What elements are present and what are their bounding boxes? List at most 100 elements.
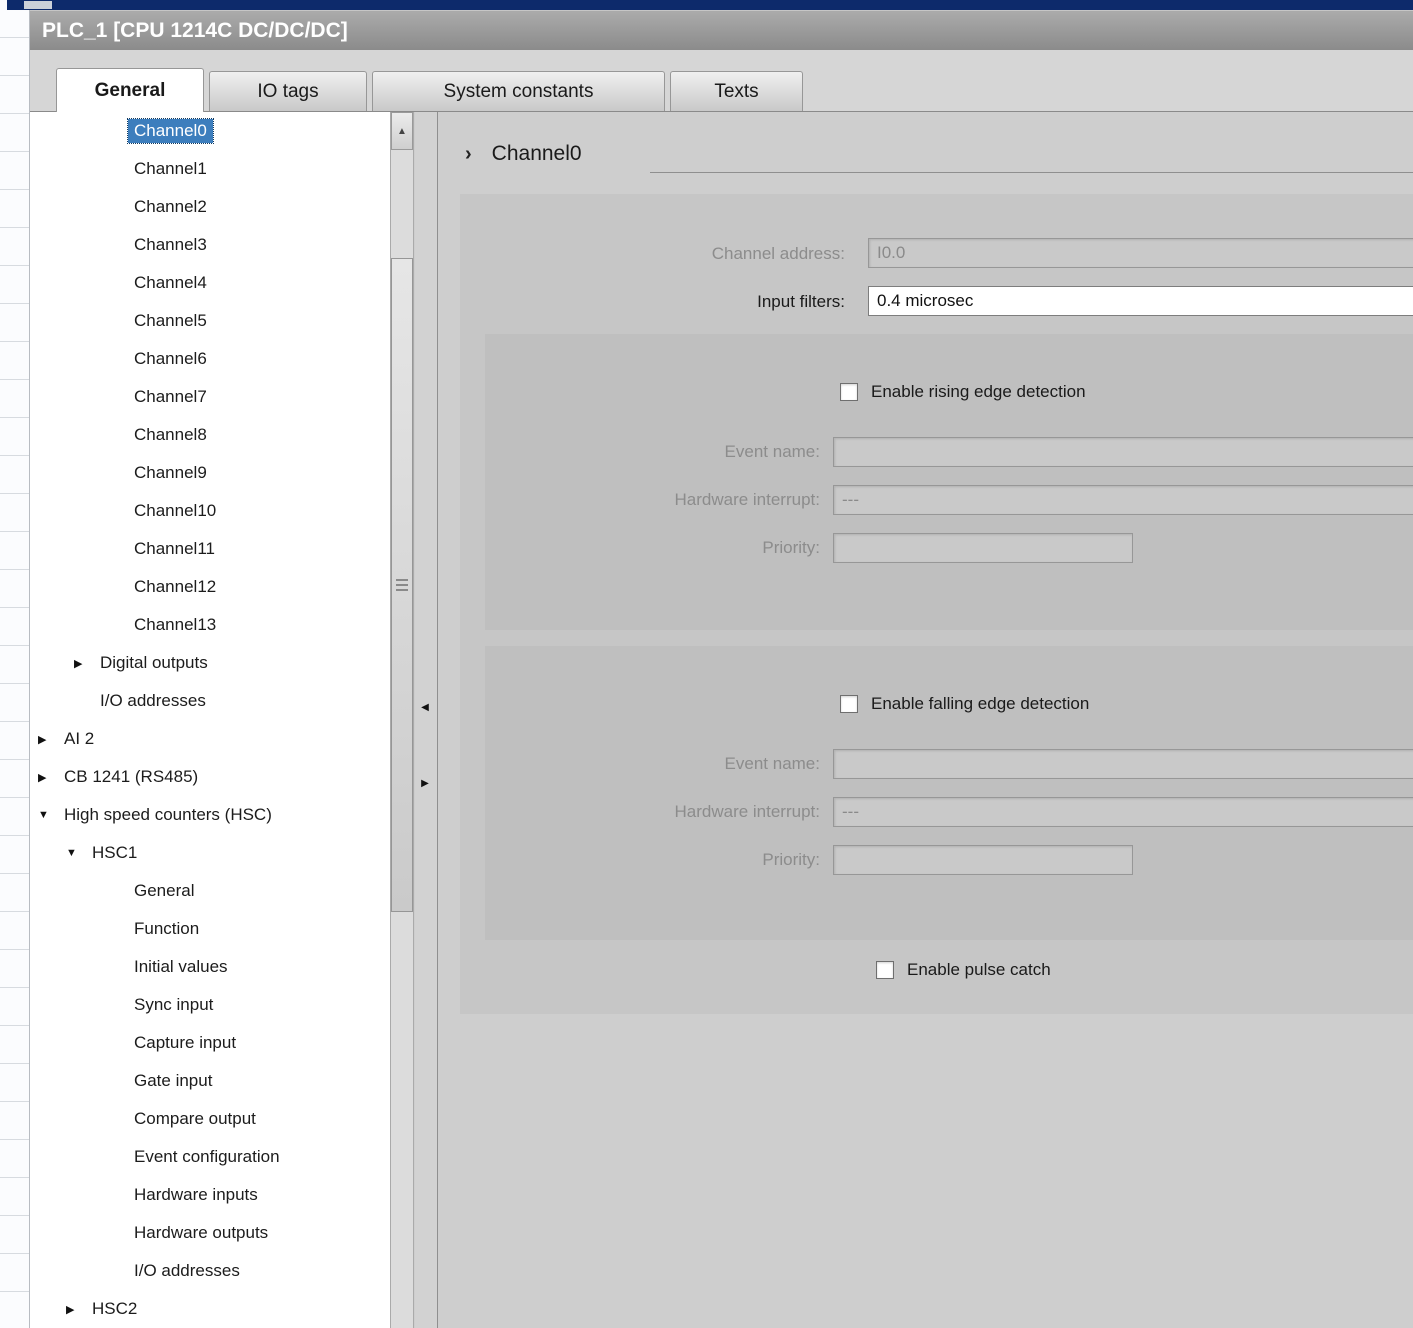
tree-collapse-icon[interactable]: ▼	[66, 847, 86, 859]
nav-item-cb-1241-rs485[interactable]: ▶CB 1241 (RS485)	[30, 758, 390, 796]
nav-item-channel12[interactable]: Channel12	[30, 568, 390, 606]
tab-general[interactable]: General	[56, 68, 204, 112]
nav-item-label: Channel6	[128, 347, 213, 371]
nav-item-channel13[interactable]: Channel13	[30, 606, 390, 644]
nav-item-i-o-addresses[interactable]: I/O addresses	[30, 1252, 390, 1290]
nav-item-channel8[interactable]: Channel8	[30, 416, 390, 454]
rising-priority-label: Priority:	[485, 533, 820, 563]
window-top-edge	[7, 0, 1413, 10]
rising-edge-group: Enable rising edge detection Event name:…	[485, 334, 1413, 630]
falling-priority-input	[833, 845, 1133, 875]
nav-item-hardware-inputs[interactable]: Hardware inputs	[30, 1176, 390, 1214]
nav-item-digital-outputs[interactable]: ▶Digital outputs	[30, 644, 390, 682]
rising-event-name-input	[833, 437, 1413, 467]
nav-item-general[interactable]: General	[30, 872, 390, 910]
tree-expand-icon[interactable]: ▶	[38, 771, 58, 784]
nav-item-label: Channel12	[128, 575, 222, 599]
tab-texts[interactable]: Texts	[670, 71, 803, 111]
nav-scrollbar[interactable]: ▲	[390, 112, 414, 1328]
nav-item-function[interactable]: Function	[30, 910, 390, 948]
falling-hardware-interrupt-row: Hardware interrupt:	[485, 797, 1413, 827]
triangle-left-icon: ◀	[421, 702, 429, 713]
nav-item-label: High speed counters (HSC)	[58, 803, 278, 827]
pulse-catch-row: Enable pulse catch	[876, 960, 1051, 980]
falling-edge-group: Enable falling edge detection Event name…	[485, 646, 1413, 940]
tree-collapse-icon[interactable]: ▼	[38, 809, 58, 821]
nav-item-event-configuration[interactable]: Event configuration	[30, 1138, 390, 1176]
falling-priority-row: Priority:	[485, 845, 1413, 875]
nav-item-label: I/O addresses	[94, 689, 212, 713]
nav-item-hsc1[interactable]: ▼HSC1	[30, 834, 390, 872]
nav-item-label: Channel5	[128, 309, 213, 333]
nav-item-channel5[interactable]: Channel5	[30, 302, 390, 340]
triangle-right-icon: ▶	[421, 778, 429, 789]
nav-item-label: Gate input	[128, 1069, 218, 1093]
scrollbar-thumb[interactable]	[391, 258, 413, 912]
nav-item-i-o-addresses[interactable]: I/O addresses	[30, 682, 390, 720]
nav-item-channel3[interactable]: Channel3	[30, 226, 390, 264]
tree-expand-icon[interactable]: ▶	[74, 657, 94, 670]
rising-edge-checkbox[interactable]	[840, 383, 858, 401]
nav-item-compare-output[interactable]: Compare output	[30, 1100, 390, 1138]
nav-item-label: Hardware outputs	[128, 1221, 274, 1245]
nav-item-label: Channel7	[128, 385, 213, 409]
nav-item-hardware-outputs[interactable]: Hardware outputs	[30, 1214, 390, 1252]
window-top-chip	[24, 1, 52, 9]
nav-item-high-speed-counters-hsc[interactable]: ▼High speed counters (HSC)	[30, 796, 390, 834]
nav-item-channel11[interactable]: Channel11	[30, 530, 390, 568]
rising-priority-row: Priority:	[485, 533, 1413, 563]
nav-item-channel6[interactable]: Channel6	[30, 340, 390, 378]
nav-item-label: Channel4	[128, 271, 213, 295]
tab-io-tags[interactable]: IO tags	[209, 71, 367, 111]
channel-address-row: Channel address:	[460, 238, 1413, 270]
rising-hardware-interrupt-row: Hardware interrupt:	[485, 485, 1413, 515]
tia-portal-properties-window: PLC_1 [CPU 1214C DC/DC/DC] GeneralIO tag…	[0, 0, 1413, 1328]
nav-item-hsc2[interactable]: ▶HSC2	[30, 1290, 390, 1328]
falling-event-name-input	[833, 749, 1413, 779]
background-table-rows	[0, 0, 30, 1328]
tree-expand-icon[interactable]: ▶	[66, 1303, 86, 1316]
falling-priority-label: Priority:	[485, 845, 820, 875]
nav-item-label: Channel8	[128, 423, 213, 447]
nav-item-capture-input[interactable]: Capture input	[30, 1024, 390, 1062]
nav-item-label: General	[128, 879, 200, 903]
tree-expand-icon[interactable]: ▶	[38, 733, 58, 746]
nav-item-channel4[interactable]: Channel4	[30, 264, 390, 302]
pane-splitter[interactable]: ◀ ▶	[415, 112, 438, 1328]
collapse-left-button[interactable]: ◀	[417, 694, 433, 720]
pulse-catch-checkbox[interactable]	[876, 961, 894, 979]
main-panel: › Channel0 Channel address: Input filter…	[438, 112, 1413, 1328]
channel-form: Channel address: Input filters: Enable r…	[460, 194, 1413, 1014]
nav-item-label: Hardware inputs	[128, 1183, 264, 1207]
nav-item-label: Channel3	[128, 233, 213, 257]
falling-hardware-interrupt-input	[833, 797, 1413, 827]
rising-edge-checkbox-row: Enable rising edge detection	[840, 382, 1086, 402]
rising-edge-checkbox-label: Enable rising edge detection	[871, 382, 1086, 402]
tab-system-constants[interactable]: System constants	[372, 71, 665, 111]
nav-item-channel9[interactable]: Channel9	[30, 454, 390, 492]
collapse-right-button[interactable]: ▶	[417, 770, 433, 796]
nav-item-channel10[interactable]: Channel10	[30, 492, 390, 530]
nav-item-label: Channel1	[128, 157, 213, 181]
nav-item-sync-input[interactable]: Sync input	[30, 986, 390, 1024]
scrollbar-grip-icon	[396, 579, 408, 592]
nav-item-channel7[interactable]: Channel7	[30, 378, 390, 416]
nav-item-label: CB 1241 (RS485)	[58, 765, 204, 789]
section-expand-icon[interactable]: ›	[465, 143, 472, 166]
nav-item-channel2[interactable]: Channel2	[30, 188, 390, 226]
nav-item-gate-input[interactable]: Gate input	[30, 1062, 390, 1100]
nav-item-label: Digital outputs	[94, 651, 214, 675]
tab-strip: GeneralIO tagsSystem constantsTexts	[56, 68, 803, 111]
nav-item-label: AI 2	[58, 727, 100, 751]
nav-item-channel0[interactable]: Channel0	[30, 112, 390, 150]
falling-edge-checkbox-row: Enable falling edge detection	[840, 694, 1089, 714]
falling-edge-checkbox[interactable]	[840, 695, 858, 713]
nav-item-ai-2[interactable]: ▶AI 2	[30, 720, 390, 758]
falling-hardware-interrupt-label: Hardware interrupt:	[485, 797, 820, 827]
rising-hardware-interrupt-label: Hardware interrupt:	[485, 485, 820, 515]
scroll-up-button[interactable]: ▲	[391, 112, 413, 150]
nav-item-initial-values[interactable]: Initial values	[30, 948, 390, 986]
nav-item-label: Function	[128, 917, 205, 941]
input-filters-dropdown[interactable]	[868, 286, 1413, 316]
nav-item-channel1[interactable]: Channel1	[30, 150, 390, 188]
